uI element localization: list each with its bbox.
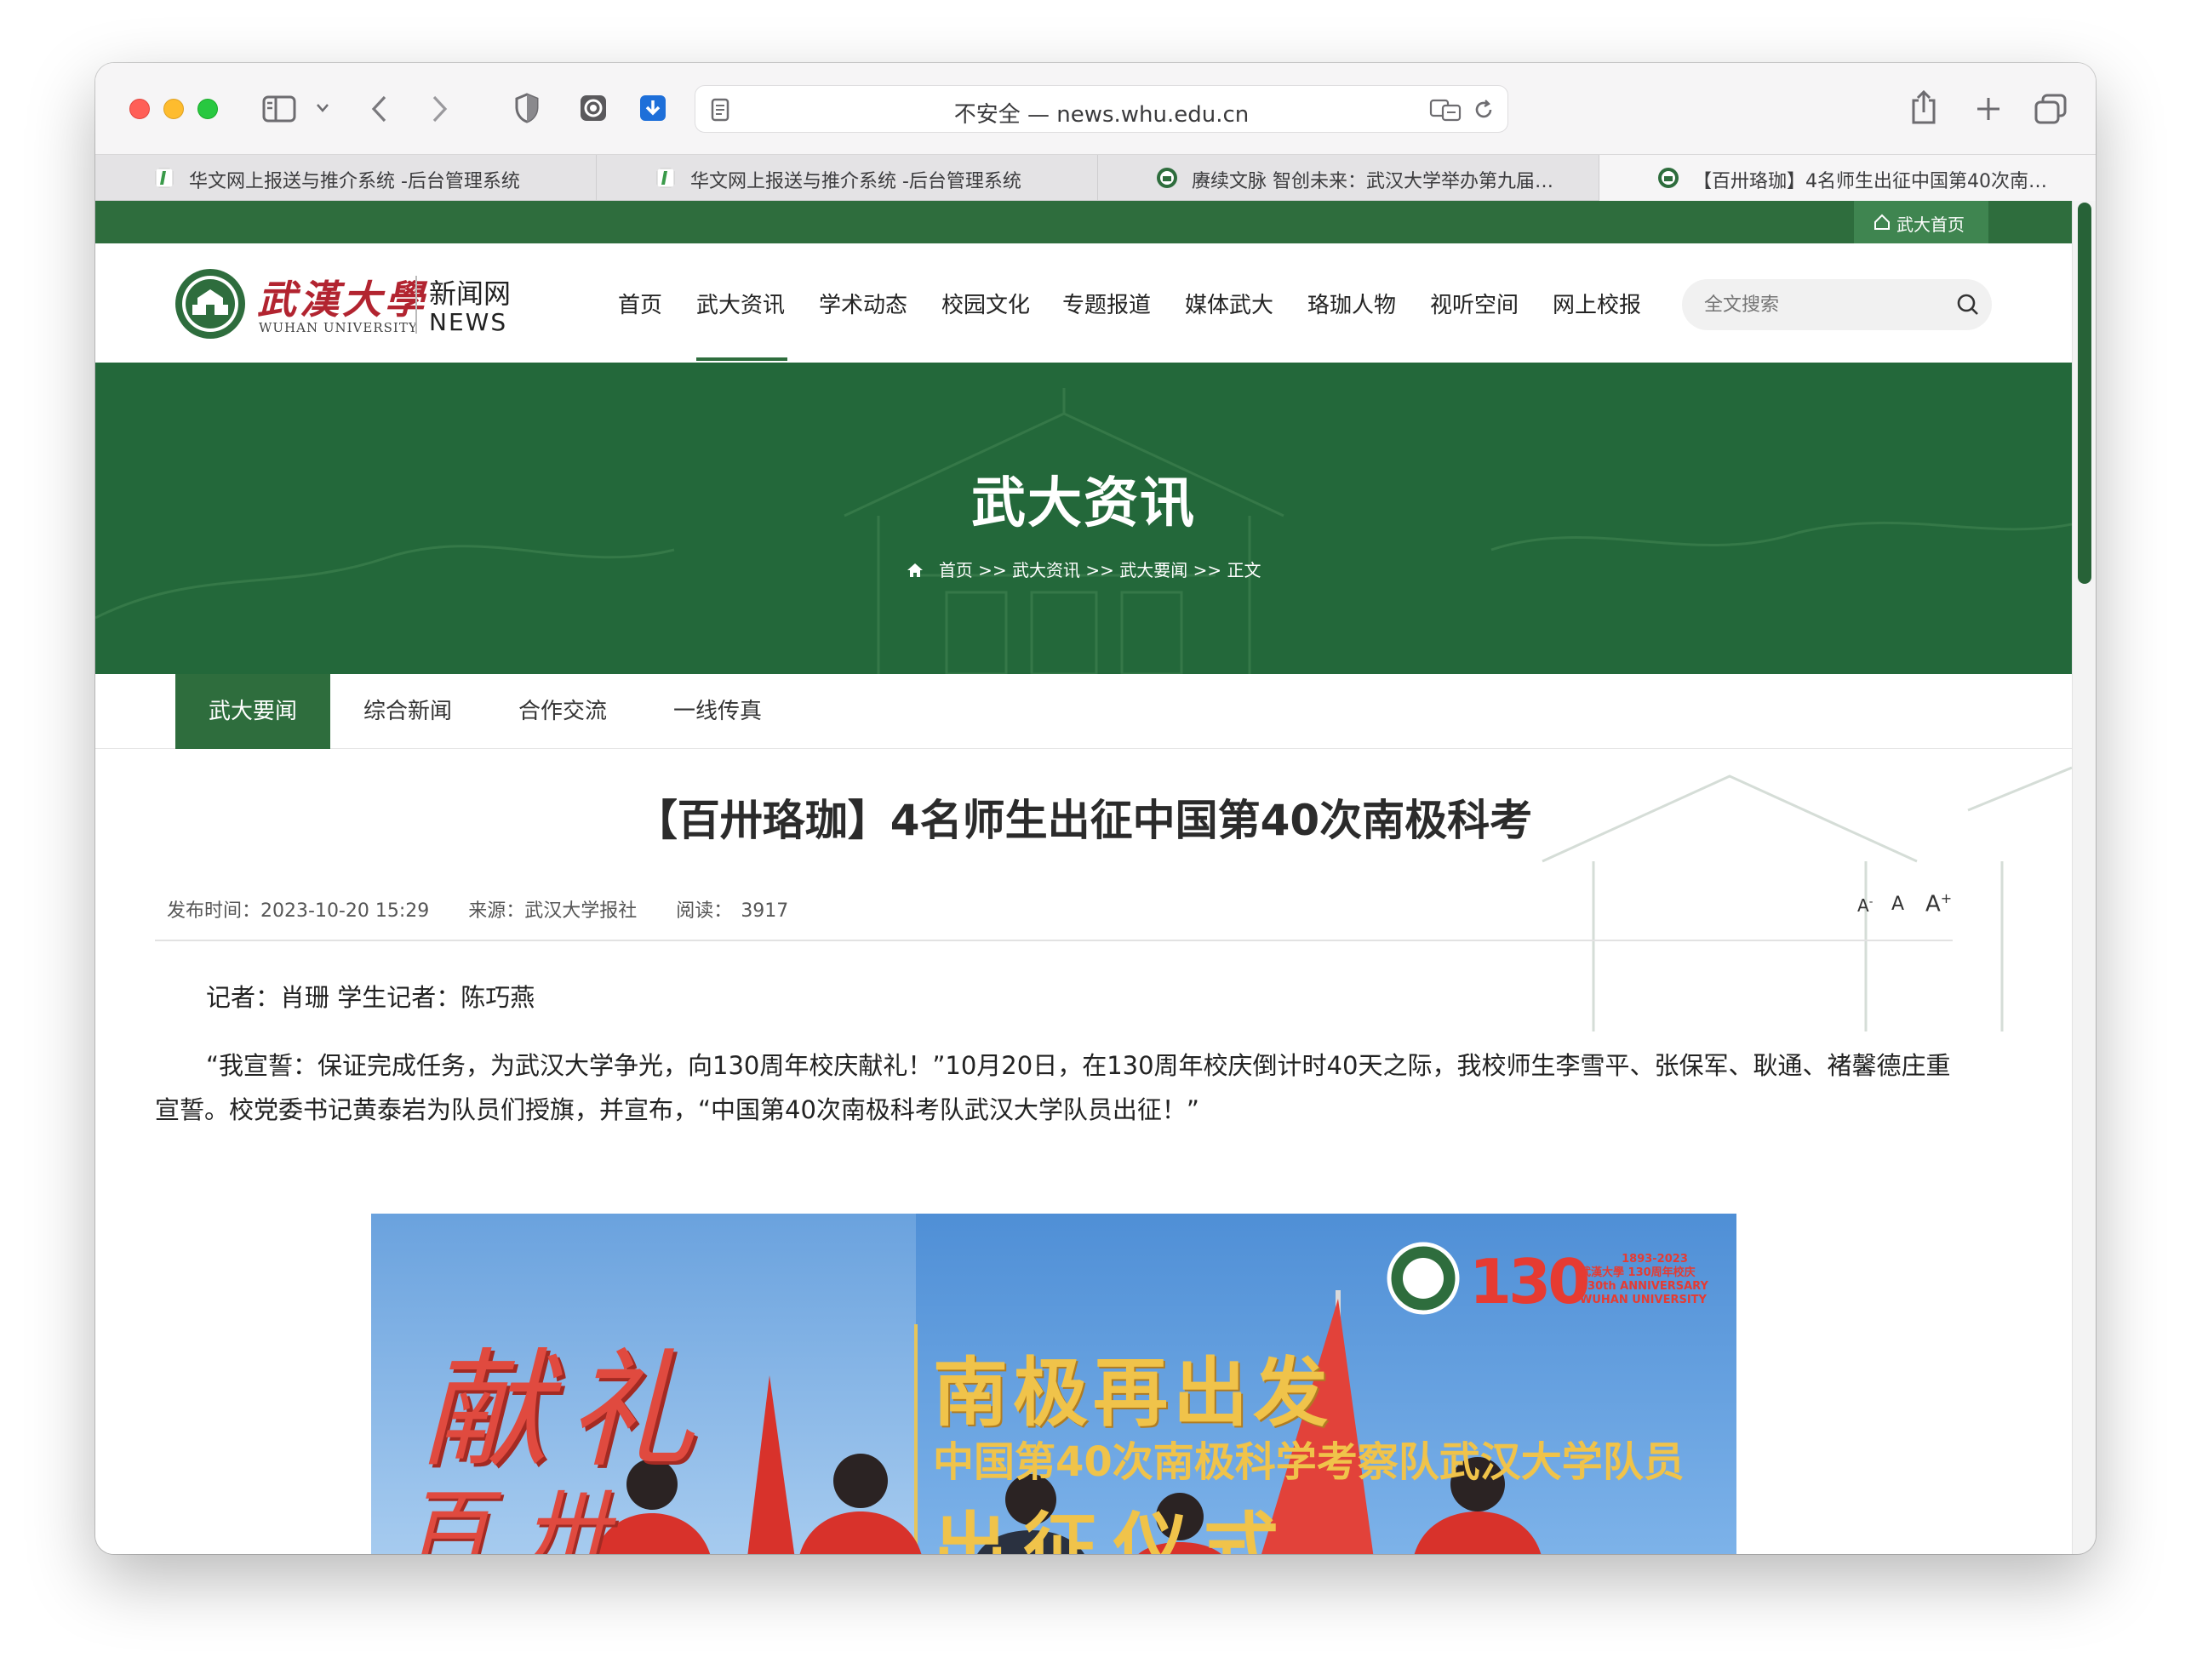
nav-active-indicator	[696, 357, 787, 361]
new-tab-icon[interactable]	[1975, 95, 2002, 123]
desktop-background: 不安全 — news.whu.edu.cn 华文网上报送与推介系统 -后台管理系…	[0, 0, 2191, 1680]
nav-audio-video[interactable]: 视听空间	[1430, 288, 1519, 319]
logo-english-name: WUHAN UNIVERSITY	[259, 320, 418, 335]
nav-online-newspaper[interactable]: 网上校报	[1553, 288, 1641, 319]
font-size-decrease[interactable]: A-	[1857, 895, 1873, 916]
home-icon[interactable]	[906, 562, 924, 579]
anniversary-en2: WUHAN UNIVERSITY	[1580, 1294, 1707, 1306]
subnav-whu-headlines[interactable]: 武大要闻	[175, 674, 330, 749]
tab-title: 华文网上报送与推介系统 -后台管理系统	[189, 171, 520, 192]
reporter-line: 记者：肖珊 学生记者：陈巧燕	[206, 983, 535, 1012]
forward-icon[interactable]	[429, 94, 449, 124]
meta-divider	[155, 940, 1953, 941]
nav-special-reports[interactable]: 专题报道	[1062, 288, 1151, 319]
section-banner: 武大资讯 首页 >> 武大资讯 >> 武大要闻 >> 正文	[95, 363, 2072, 674]
breadcrumb-path[interactable]: 首页 >> 武大资讯 >> 武大要闻 >> 正文	[939, 560, 1261, 580]
subnav-frontline[interactable]: 一线传真	[640, 674, 795, 749]
back-icon[interactable]	[369, 94, 390, 124]
photo-calligraphy-2: 百卅	[405, 1480, 644, 1554]
home-icon	[1874, 214, 1890, 230]
logo-news-cn: 新闻网	[429, 277, 512, 310]
publish-time-label: 发布时间：	[167, 900, 261, 922]
nav-whu-news[interactable]: 武大资讯	[696, 288, 785, 319]
chevron-down-icon[interactable]	[315, 102, 330, 114]
search-icon[interactable]	[1956, 293, 1980, 317]
home-link-label: 武大首页	[1896, 214, 1965, 235]
anniversary-cn: 武漢大學 130周年校庆	[1580, 1266, 1696, 1279]
anniversary-years: 1893-2023	[1622, 1253, 1688, 1266]
article-photo: 南极再出发 中国第40次南极科学考察队武汉大学队员 出征仪式 献礼 百卅 130…	[371, 1214, 1736, 1554]
whu-favicon-icon	[1157, 168, 1177, 188]
huawen-favicon-icon	[155, 168, 174, 188]
browser-tab-2[interactable]: 华文网上报送与推介系统 -后台管理系统	[597, 155, 1098, 201]
site-header: 武漢大學 WUHAN UNIVERSITY 新闻网 NEWS 首页 武大资讯 学…	[95, 243, 2072, 363]
tab-overview-icon[interactable]	[2034, 94, 2067, 124]
photo-banner-line2: 中国第40次南极科学考察队武汉大学队员	[933, 1438, 1685, 1486]
share-icon[interactable]	[1910, 89, 1937, 126]
reload-icon[interactable]	[1472, 98, 1496, 122]
font-size-normal[interactable]: A	[1891, 894, 1904, 915]
extension-download-icon[interactable]	[638, 94, 667, 123]
article-meta: 发布时间：2023-10-20 15:29 来源：武汉大学报社 阅读： 3917	[167, 895, 788, 923]
nav-academic[interactable]: 学术动态	[819, 288, 907, 319]
url-text: 不安全 — news.whu.edu.cn	[953, 102, 1250, 128]
photo-anniversary-text: 1893-2023 武漢大學 130周年校庆 130th ANNIVERSARY…	[1580, 1253, 1730, 1307]
logo-news-en: NEWS	[429, 308, 508, 336]
photo-banner-line1: 南极再出发	[933, 1348, 1334, 1437]
tab-title: 【百卅珞珈】4名师生出征中国第40次南…	[1693, 171, 2047, 192]
close-window-button[interactable]	[129, 99, 150, 119]
browser-tab-3[interactable]: 赓续文脉 智创未来：武汉大学举办第九届…	[1098, 155, 1599, 201]
site-topbar: 武大首页	[95, 201, 2072, 243]
source: 武汉大学报社	[524, 900, 638, 922]
nav-campus-culture[interactable]: 校园文化	[941, 288, 1030, 319]
photo-banner-line3: 出征仪式	[933, 1503, 1295, 1554]
sidebar-toggle-icon[interactable]	[262, 95, 298, 123]
search-input[interactable]	[1704, 291, 1942, 318]
subnav-general-news[interactable]: 综合新闻	[330, 674, 485, 749]
subnav-cooperation[interactable]: 合作交流	[485, 674, 640, 749]
whu-favicon-icon	[1658, 168, 1679, 188]
logo-divider	[415, 276, 417, 334]
browser-tab-1[interactable]: 华文网上报送与推介系统 -后台管理系统	[95, 155, 597, 201]
web-page: 武大首页 武漢大學 WUHAN UNIVERSITY 新闻网 NEWS 首页 武…	[95, 201, 2072, 1554]
nav-home[interactable]: 首页	[618, 288, 662, 319]
reads-label: 阅读：	[676, 900, 733, 922]
section-title: 武大资讯	[971, 471, 1196, 535]
publish-time: 2023-10-20 15:29	[260, 900, 430, 922]
university-home-link[interactable]: 武大首页	[1854, 201, 1988, 243]
extension-record-icon[interactable]	[579, 94, 608, 123]
tab-title: 华文网上报送与推介系统 -后台管理系统	[690, 171, 1021, 192]
translate-icon[interactable]	[1429, 98, 1462, 122]
tab-bar: 华文网上报送与推介系统 -后台管理系统 华文网上报送与推介系统 -后台管理系统 …	[95, 155, 2096, 201]
page-scrollbar[interactable]	[2072, 201, 2096, 1554]
nav-media-whu[interactable]: 媒体武大	[1185, 288, 1273, 319]
breadcrumb: 首页 >> 武大资讯 >> 武大要闻 >> 正文	[95, 557, 2072, 581]
logo-chinese-name: 武漢大學	[257, 277, 427, 323]
browser-tab-4-active[interactable]: 【百卅珞珈】4名师生出征中国第40次南…	[1599, 155, 2096, 201]
site-search[interactable]	[1682, 279, 1992, 330]
site-logo[interactable]: 武漢大學 WUHAN UNIVERSITY 新闻网 NEWS	[174, 267, 616, 344]
tab-title: 赓续文脉 智创未来：武汉大学举办第九届…	[1192, 171, 1553, 192]
browser-window: 不安全 — news.whu.edu.cn 华文网上报送与推介系统 -后台管理系…	[95, 63, 2096, 1554]
university-emblem-icon	[175, 269, 245, 339]
nav-luojia-people[interactable]: 珞珈人物	[1307, 288, 1396, 319]
photo-anniversary-number: 130	[1469, 1246, 1590, 1317]
anniversary-en1: 130th ANNIVERSARY	[1580, 1280, 1708, 1293]
minimize-window-button[interactable]	[163, 99, 184, 119]
huawen-favicon-icon	[656, 168, 675, 188]
article-title: 【百卅珞珈】4名师生出征中国第40次南极科考	[634, 796, 1533, 845]
address-bar[interactable]: 不安全 — news.whu.edu.cn	[695, 85, 1508, 133]
zoom-window-button[interactable]	[197, 99, 218, 119]
browser-toolbar: 不安全 — news.whu.edu.cn	[95, 63, 2096, 155]
scrollbar-thumb[interactable]	[2078, 203, 2091, 584]
privacy-shield-icon[interactable]	[514, 92, 540, 124]
article-paragraph: “我宣誓：保证完成任务，为武汉大学争光，向130周年校庆献礼！”10月20日，在…	[155, 1051, 1951, 1124]
source-label: 来源：	[468, 900, 525, 922]
font-size-increase[interactable]: A+	[1925, 890, 1952, 917]
read-count: 3917	[741, 900, 789, 922]
